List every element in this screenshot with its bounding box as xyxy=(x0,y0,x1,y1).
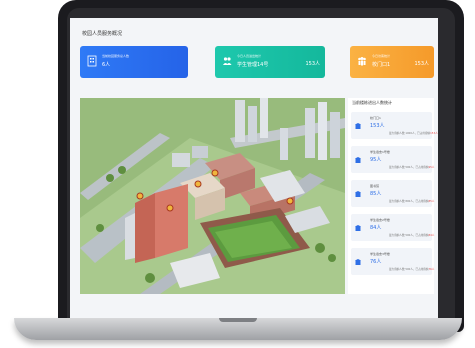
card-number: 153人 xyxy=(305,61,320,67)
card-total-people[interactable]: 当前校园服务总人数 6人 xyxy=(80,46,188,78)
card-entry-exit[interactable]: 今日人员进出统计 学生管理14号 153人 xyxy=(215,46,325,78)
visitor-group-icon xyxy=(358,57,366,66)
list-item[interactable]: 图书馆 85人 最大容纳人数 800人，已占用容纳85人 xyxy=(351,180,435,207)
card-label: 今日人员进出统计 xyxy=(237,54,262,58)
building-people-icon xyxy=(87,55,97,67)
item-name: 图书馆 xyxy=(370,184,380,188)
campus-map-illustration xyxy=(80,98,345,294)
item-value: 153人 xyxy=(370,123,385,129)
building-stats-panel: 当前楼栋进出人数统计 校门口1 153人 最大容纳人数 1000人，已占用容纳1… xyxy=(348,98,438,294)
card-value: 校门口1 xyxy=(372,62,391,68)
card-label: 当前校园服务总人数 xyxy=(102,54,130,58)
panel-title: 当前楼栋进出人数统计 xyxy=(352,100,392,105)
card-visitors[interactable]: 今日访客统计 校门口1 153人 xyxy=(350,46,434,78)
list-item[interactable]: 学生宿舍1号楼 95人 最大容纳人数 500人，已占用容纳95人 xyxy=(351,146,435,173)
dashboard-screen: 校园人员服务概况 当前校园服务总人数 6人 今日人员进出统计 学生管理14号 1… xyxy=(70,18,438,318)
item-value: 95人 xyxy=(370,157,382,163)
campus-3d-map[interactable] xyxy=(80,98,345,294)
building-icon xyxy=(355,225,361,231)
item-value: 76人 xyxy=(370,259,382,265)
item-value: 84人 xyxy=(370,225,382,231)
building-icon xyxy=(355,123,361,129)
item-name: 学生宿舍3号楼 xyxy=(370,252,390,256)
item-name: 学生宿舍1号楼 xyxy=(370,150,390,154)
item-note: 最大容纳人数 1000人，已占用容纳153人 xyxy=(389,132,438,135)
card-value: 学生管理14号 xyxy=(237,62,269,68)
item-value: 85人 xyxy=(370,191,382,197)
list-item[interactable]: 校门口1 153人 最大容纳人数 1000人，已占用容纳153人 xyxy=(351,112,438,139)
card-value: 6人 xyxy=(102,62,111,68)
list-item[interactable]: 学生宿舍3号楼 76人 最大容纳人数 500人，已占用容纳76人 xyxy=(351,248,435,275)
item-note: 最大容纳人数 500人，已占用容纳95人 xyxy=(389,166,435,169)
card-number: 153人 xyxy=(414,61,429,67)
item-note: 最大容纳人数 500人，已占用容纳76人 xyxy=(389,268,435,271)
item-name: 学生宿舍2号楼 xyxy=(370,218,390,222)
list-item[interactable]: 学生宿舍2号楼 84人 最大容纳人数 500人，已占用容纳84人 xyxy=(351,214,435,241)
building-icon xyxy=(355,157,361,163)
item-note: 最大容纳人数 800人，已占用容纳85人 xyxy=(389,200,435,203)
page-title: 校园人员服务概况 xyxy=(82,31,123,37)
item-note: 最大容纳人数 500人，已占用容纳84人 xyxy=(389,234,435,237)
card-label: 今日访客统计 xyxy=(372,54,391,58)
laptop-notch xyxy=(219,318,257,322)
building-icon xyxy=(355,191,361,197)
item-name: 校门口1 xyxy=(370,116,381,120)
people-flow-icon xyxy=(223,57,232,65)
building-icon xyxy=(355,259,361,265)
laptop-base xyxy=(14,318,462,340)
summary-cards: 当前校园服务总人数 6人 今日人员进出统计 学生管理14号 153人 今日访客统… xyxy=(80,46,434,78)
